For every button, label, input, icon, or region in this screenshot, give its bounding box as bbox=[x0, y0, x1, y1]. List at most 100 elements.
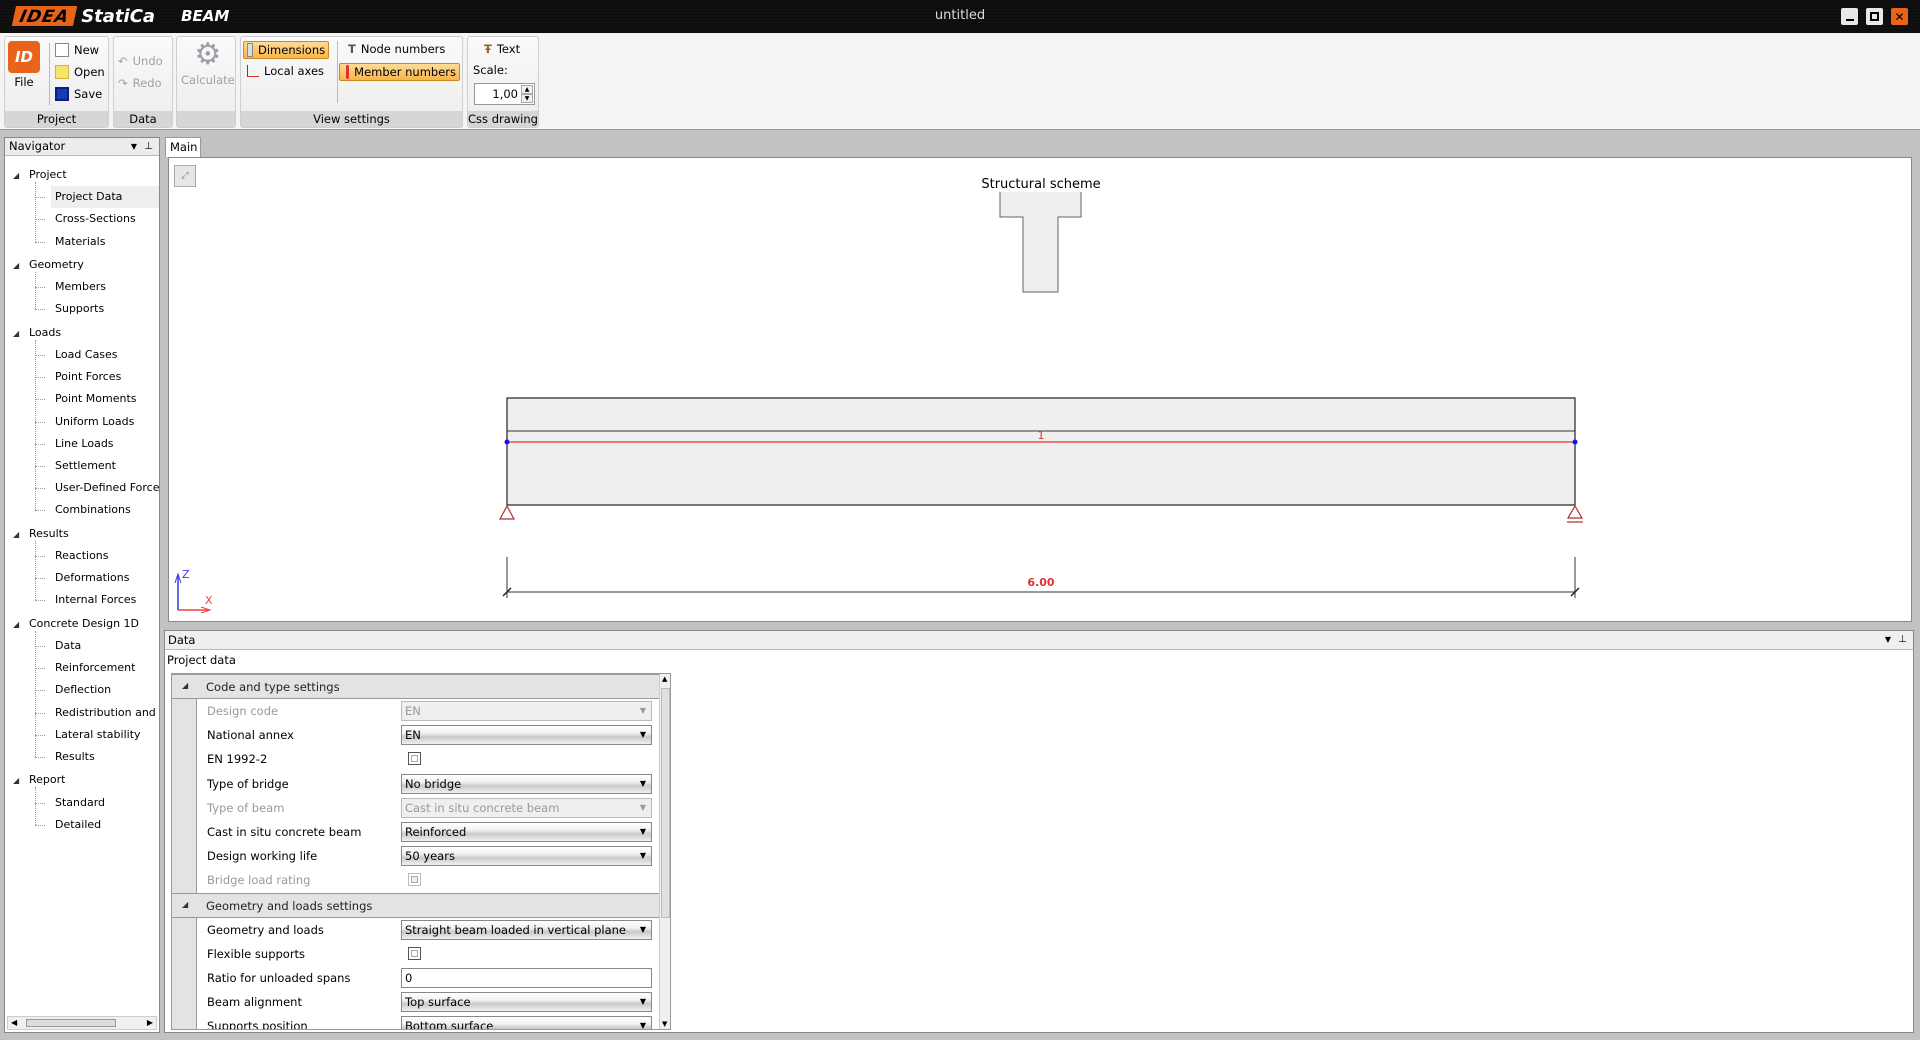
scroll-down-icon[interactable]: ▼ bbox=[662, 1020, 667, 1028]
nav-category[interactable]: ◢ Project bbox=[13, 164, 67, 186]
nav-item[interactable]: Uniform Loads bbox=[51, 411, 159, 433]
redo-button[interactable]: ↷ Redo bbox=[118, 76, 162, 90]
nav-item[interactable]: Data bbox=[51, 635, 159, 657]
category-title: Code and type settings bbox=[206, 680, 340, 694]
member-numbers-toggle[interactable]: Member numbers bbox=[339, 63, 460, 81]
dropdown-icon[interactable]: ▼ bbox=[1885, 631, 1891, 649]
scale-input[interactable]: 1,00 bbox=[492, 87, 518, 101]
nav-item[interactable]: Line Loads bbox=[51, 433, 159, 455]
property-select[interactable]: Straight beam loaded in vertical plane ▼ bbox=[401, 919, 652, 940]
scroll-thumb[interactable] bbox=[661, 688, 670, 918]
property-select[interactable]: Top surface ▼ bbox=[401, 992, 652, 1013]
nav-category[interactable]: ◢ Report bbox=[13, 769, 65, 791]
property-checkbox[interactable] bbox=[408, 946, 421, 960]
nav-category[interactable]: ◢ Geometry bbox=[13, 254, 84, 276]
close-button[interactable]: ✕ bbox=[1891, 8, 1908, 25]
nav-item[interactable]: Detailed bbox=[51, 814, 159, 836]
scale-spinner[interactable]: 1,00 ▲ ▼ bbox=[474, 83, 535, 105]
structural-viewport[interactable]: ⤢ Structural scheme 1 6.00 Z X bbox=[168, 157, 1912, 622]
nav-item-label: Project Data bbox=[55, 190, 123, 204]
property-select[interactable]: EN ▼ bbox=[401, 725, 652, 746]
property-label: Supports position bbox=[207, 1019, 308, 1030]
nav-item[interactable]: Materials bbox=[51, 231, 159, 253]
horizontal-scrollbar[interactable]: ◀ ▶ bbox=[7, 1016, 157, 1030]
collapse-icon[interactable]: ◢ bbox=[13, 614, 29, 635]
nav-item[interactable]: Lateral stability bbox=[51, 724, 159, 746]
maximize-button[interactable] bbox=[1866, 8, 1883, 25]
property-checkbox[interactable] bbox=[408, 752, 421, 766]
collapse-icon[interactable]: ◢ bbox=[182, 900, 198, 909]
nav-item[interactable]: User-Defined Forces bbox=[51, 477, 159, 499]
nav-item-label: Point Forces bbox=[55, 370, 122, 384]
property-checkbox[interactable] bbox=[408, 873, 421, 887]
text-toggle[interactable]: Ŧ Text bbox=[484, 42, 520, 56]
property-category[interactable]: ◢ Geometry and loads settings bbox=[172, 892, 659, 918]
nav-item[interactable]: Project Data bbox=[51, 186, 159, 209]
property-select[interactable]: Cast in situ concrete beam ▼ bbox=[401, 797, 652, 818]
undo-button[interactable]: ↶ Undo bbox=[118, 54, 163, 68]
nav-item[interactable]: Redistribution and r bbox=[51, 702, 159, 724]
scroll-thumb[interactable] bbox=[26, 1019, 116, 1027]
pin-icon[interactable]: ⊥ bbox=[1898, 631, 1907, 649]
chevron-down-icon: ▼ bbox=[639, 730, 646, 740]
dimensions-toggle[interactable]: Dimensions bbox=[243, 41, 330, 59]
nav-item[interactable]: Deformations bbox=[51, 567, 159, 589]
property-select[interactable]: 50 years ▼ bbox=[401, 846, 652, 867]
nav-item-label: Supports bbox=[55, 302, 105, 316]
nav-category[interactable]: ◢ Concrete Design 1D bbox=[13, 613, 139, 635]
nav-item-label: Combinations bbox=[55, 503, 131, 517]
vertical-scrollbar[interactable]: ▲ ▼ bbox=[659, 674, 670, 1029]
spin-up-icon[interactable]: ▲ bbox=[521, 85, 533, 94]
nav-item[interactable]: Point Forces bbox=[51, 366, 159, 388]
nav-item[interactable]: Reactions bbox=[51, 545, 159, 567]
property-select[interactable]: Reinforced ▼ bbox=[401, 822, 652, 842]
collapse-icon[interactable]: ◢ bbox=[13, 524, 29, 545]
nav-item-label: Standard bbox=[55, 795, 106, 809]
save-button[interactable]: Save bbox=[55, 87, 102, 101]
nav-item[interactable]: Internal Forces bbox=[51, 589, 159, 611]
chevron-down-icon: ▼ bbox=[639, 827, 646, 836]
node-numbers-toggle[interactable]: T Node numbers bbox=[348, 42, 445, 56]
dropdown-icon[interactable]: ▼ bbox=[131, 138, 137, 155]
chevron-down-icon: ▼ bbox=[639, 997, 646, 1007]
nav-category[interactable]: ◢ Loads bbox=[13, 322, 61, 344]
property-label: National annex bbox=[207, 728, 294, 743]
nav-item[interactable]: Members bbox=[51, 276, 159, 298]
nav-item[interactable]: Point Moments bbox=[51, 388, 159, 410]
nav-item[interactable]: Load Cases bbox=[51, 344, 159, 366]
nav-item[interactable]: Standard bbox=[51, 792, 159, 814]
redo-label: Redo bbox=[132, 76, 162, 90]
scroll-right-icon[interactable]: ▶ bbox=[147, 1018, 153, 1027]
minimize-button[interactable] bbox=[1841, 8, 1858, 25]
new-button[interactable]: New bbox=[55, 43, 99, 57]
collapse-icon[interactable]: ◢ bbox=[13, 323, 29, 344]
property-select[interactable]: EN ▼ bbox=[401, 701, 652, 721]
nav-item[interactable]: Reinforcement bbox=[51, 657, 159, 679]
scroll-left-icon[interactable]: ◀ bbox=[11, 1018, 17, 1027]
tab-main[interactable]: Main bbox=[165, 137, 201, 157]
file-button[interactable]: ID File bbox=[8, 41, 40, 89]
collapse-icon[interactable]: ◢ bbox=[182, 681, 198, 690]
nav-item[interactable]: Results bbox=[51, 746, 159, 768]
property-input[interactable]: 0 bbox=[401, 968, 652, 988]
scroll-up-icon[interactable]: ▲ bbox=[662, 675, 667, 683]
nav-item[interactable]: Supports bbox=[51, 298, 159, 320]
collapse-icon[interactable]: ◢ bbox=[13, 165, 29, 186]
window-title: untitled bbox=[934, 8, 986, 23]
collapse-icon[interactable]: ◢ bbox=[13, 770, 29, 791]
nav-item[interactable]: Cross-Sections bbox=[51, 208, 159, 230]
nav-category[interactable]: ◢ Results bbox=[13, 523, 69, 545]
property-row: Design working life 50 years ▼ bbox=[172, 844, 659, 868]
calculate-button[interactable]: ⚙ Calculate bbox=[181, 40, 235, 88]
open-button[interactable]: Open bbox=[55, 65, 105, 79]
property-select[interactable]: No bridge ▼ bbox=[401, 773, 652, 794]
property-select[interactable]: Bottom surface ▼ bbox=[401, 1016, 652, 1029]
spin-down-icon[interactable]: ▼ bbox=[521, 94, 533, 103]
nav-item[interactable]: Deflection bbox=[51, 679, 159, 701]
property-category[interactable]: ◢ Code and type settings bbox=[172, 674, 659, 699]
nav-item[interactable]: Combinations bbox=[51, 499, 159, 521]
nav-item[interactable]: Settlement bbox=[51, 455, 159, 477]
local-axes-toggle[interactable]: Local axes bbox=[247, 64, 324, 78]
collapse-icon[interactable]: ◢ bbox=[13, 255, 29, 276]
pin-icon[interactable]: ⊥ bbox=[144, 138, 153, 155]
